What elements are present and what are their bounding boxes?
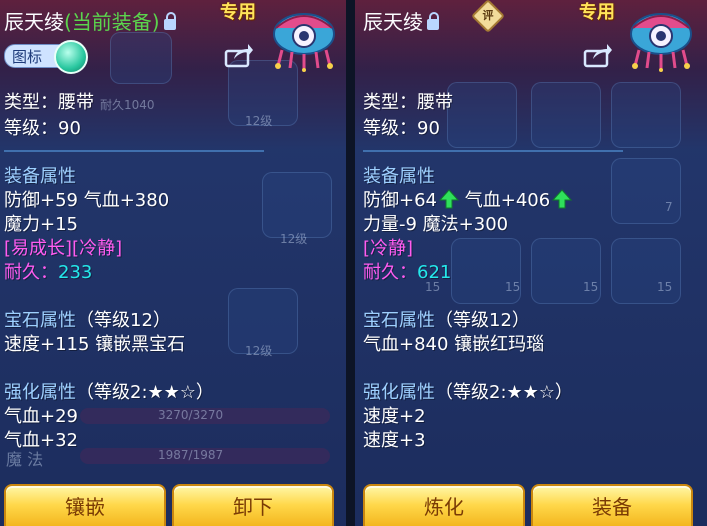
enhance-attributes-header: 强化属性 [363,382,435,403]
item-level: 等级：90 [4,118,81,139]
background-item-slot [611,158,681,224]
icon-toggle-label: 图标 [12,48,43,66]
durability-value: 233 [58,262,93,283]
evaluate-badge-label: 评 [482,9,494,22]
defense-stat: 防御+64 [363,190,437,211]
item-title: 辰天绫(当前装备) [4,6,176,35]
unequip-button-label: 卸下 [233,495,273,519]
unequip-button[interactable]: 卸下 [172,484,334,526]
durability: 耐久：621 [363,258,451,284]
attribute-line: 魔力+15 [4,214,78,235]
background-text: 7 [665,200,673,214]
background-item-slot [611,82,681,148]
current-equipment-tag: (当前装备) [64,10,160,34]
gem-attributes: 宝石属性（等级12） [363,306,530,332]
background-item-slot [611,238,681,304]
equip-button-label: 装备 [592,495,632,519]
compare-screen: 耐久1040 12级 12级 12级 3270/3270 1987/1987 魔… [0,0,707,526]
inlay-button[interactable]: 镶嵌 [4,484,166,526]
bag-equipment-panel: 7 15 15 15 15 辰天绫 专用 类型：腰带 等级：90 装备属性 防御… [355,0,707,526]
background-text: 12级 [280,232,308,246]
background-text: 耐久1040 [100,98,155,112]
panel-divider [346,0,355,526]
gem-attributes-header: 宝石属性 [4,310,76,331]
durability-label: 耐久： [4,262,58,283]
icon-toggle[interactable]: 图标 [4,40,88,74]
enhance-line: 速度+2 [363,406,426,427]
attribute-line: 防御+59 气血+380 [4,190,170,211]
enhance-line: 气血+29 [4,406,78,427]
enhance-attributes: 强化属性（等级2:★★☆） [363,378,573,404]
equipment-attributes-header: 装备属性 [4,166,76,187]
mascot-icon [273,13,335,72]
background-item-slot [451,238,521,304]
background-text: 15 [583,280,599,294]
attribute-line: 力量-9 魔法+300 [363,214,509,235]
special-effects: [易成长][冷静] [4,238,123,259]
background-item-slot [531,82,601,148]
inlay-button-label: 镶嵌 [65,495,105,519]
attribute-line: 防御+64 气血+406 [363,186,573,212]
background-text: 3270/3270 [158,408,224,422]
gem-attributes-header: 宝石属性 [363,310,435,331]
background-item-slot [110,32,172,84]
exclusive-tag: 专用 [579,2,615,23]
enhance-level: （等级2:★★☆） [435,382,573,403]
exclusive-tag: 专用 [220,2,256,23]
background-text: 12级 [245,344,273,358]
share-icon[interactable] [583,42,613,68]
up-arrow-icon [439,189,459,209]
item-title: 辰天绫 [363,6,439,35]
divider [363,150,623,152]
background-text: 1987/1987 [158,448,224,462]
share-icon[interactable] [224,42,254,68]
lock-icon[interactable] [163,12,176,30]
refine-button-label: 炼化 [424,495,464,519]
background-item-slot [262,172,332,238]
durability: 耐久：233 [4,258,92,284]
enhance-attributes-header: 强化属性 [4,382,76,403]
refine-button[interactable]: 炼化 [363,484,525,526]
equip-button[interactable]: 装备 [531,484,693,526]
enhance-line: 气血+32 [4,430,78,451]
item-name: 辰天绫 [363,10,423,34]
equipment-attributes-header: 装备属性 [363,166,435,187]
enhance-attributes: 强化属性（等级2:★★☆） [4,378,214,404]
up-arrow-icon [552,189,573,209]
item-type: 类型：腰带 [363,92,453,113]
item-level: 等级：90 [363,118,440,139]
divider [4,150,264,152]
gem-line: 速度+115 镶嵌黑宝石 [4,334,186,355]
background-item-slot [531,238,601,304]
item-name: 辰天绫 [4,10,64,34]
durability-label: 耐久： [363,262,417,283]
gem-line: 气血+840 镶嵌红玛瑙 [363,334,545,355]
hp-stat: 气血+406 [464,190,551,211]
special-effects: [冷静] [363,238,414,259]
enhance-line: 速度+3 [363,430,426,451]
background-text: 15 [657,280,673,294]
background-item-slot [447,82,517,148]
item-type: 类型：腰带 [4,92,94,113]
gem-level: （等级12） [435,310,530,331]
icon-toggle-knob [54,40,88,74]
background-text: 15 [505,280,521,294]
mascot-icon [630,13,692,72]
background-text: 12级 [245,114,273,128]
durability-value: 621 [417,262,452,283]
gem-level: （等级12） [76,310,171,331]
gem-attributes: 宝石属性（等级12） [4,306,171,332]
enhance-level: （等级2:★★☆） [76,382,214,403]
current-equipment-panel: 耐久1040 12级 12级 12级 3270/3270 1987/1987 魔… [0,0,346,526]
lock-icon[interactable] [427,12,439,30]
